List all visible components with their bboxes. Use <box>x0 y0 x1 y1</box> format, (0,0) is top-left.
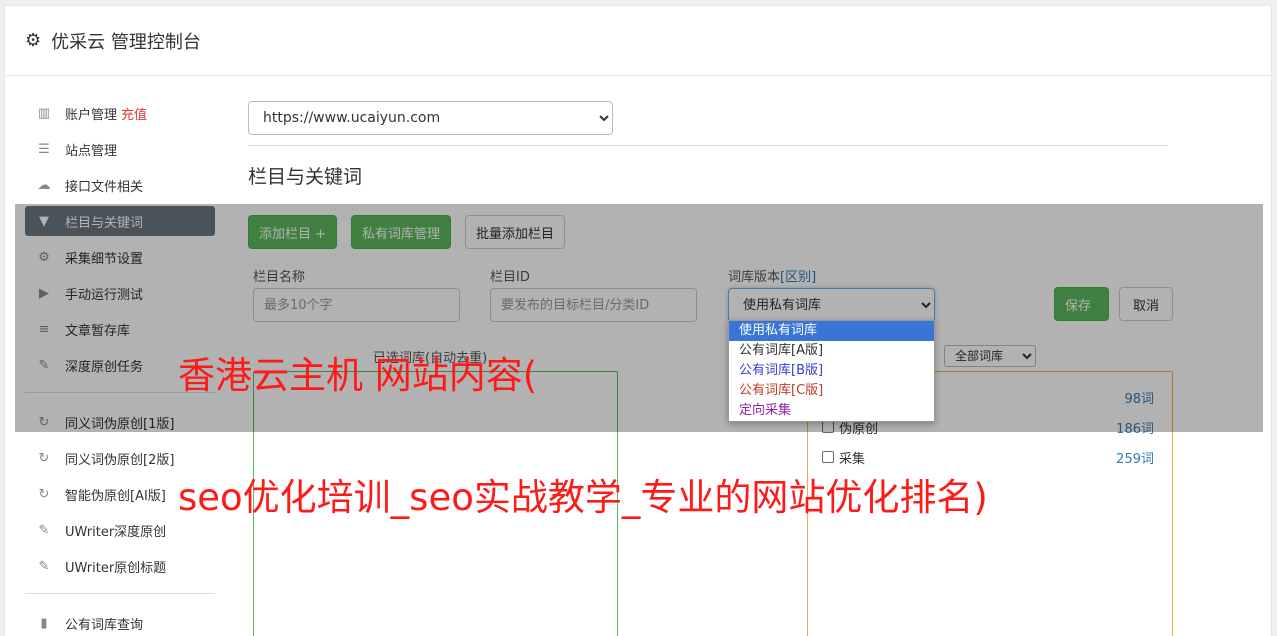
sidebar-item-label: 同义词伪原创[2版] <box>65 452 175 468</box>
sidebar-item-uwriter-title[interactable]: ✎ UWriter原创标题 <box>25 551 215 581</box>
sidebar-item-manual-run[interactable]: ▶ 手动运行测试 <box>25 278 215 308</box>
lib-version-select[interactable]: 使用私有词库 <box>728 288 935 322</box>
sidebar-item-label: 手动运行测试 <box>65 287 144 303</box>
sidebar-item-synonym-v1[interactable]: ↻ 同义词伪原创[1版] <box>25 407 215 437</box>
action-buttons: 添加栏目 + 私有词库管理 批量添加栏目 <box>248 215 566 249</box>
header: ⚙ 优采云 管理控制台 <box>5 6 1271 76</box>
sidebar-item-label: 接口文件相关 <box>65 179 144 195</box>
sidebar-divider <box>25 593 215 594</box>
refresh-icon: ↻ <box>38 486 50 502</box>
site-select[interactable]: https://www.ucaiyun.com <box>248 101 613 135</box>
edit-icon: ✎ <box>38 357 50 373</box>
sidebar-item-label: 深度原创任务 <box>65 359 144 375</box>
sidebar-item-label: 栏目与关键词 <box>65 215 144 231</box>
book-icon: ▮ <box>40 615 48 631</box>
cloud-upload-icon: ☁ <box>37 177 51 193</box>
private-lib-button[interactable]: 私有词库管理 <box>351 215 452 249</box>
sidebar-item-label: 同义词伪原创[1版] <box>65 416 175 432</box>
column-id-field: 栏目ID <box>490 266 697 322</box>
sidebar-item-label: UWriter原创标题 <box>65 560 167 576</box>
column-id-label: 栏目ID <box>490 270 530 285</box>
watermark-line-1: 香港云主机 网站内容( <box>178 354 538 397</box>
sidebar-item-label: 智能伪原创[AI版] <box>65 488 166 504</box>
list-item[interactable]: 采集 259词 <box>822 447 1154 467</box>
sidebar-item-columns[interactable]: ▼ 栏目与关键词 <box>25 206 215 236</box>
dropdown-option-directed[interactable]: 定向采集 <box>729 401 934 421</box>
sidebar-item-collect-settings[interactable]: ⚙ 采集细节设置 <box>25 242 215 272</box>
column-id-input[interactable] <box>490 288 697 322</box>
column-form: 栏目名称 栏目ID 词库版本[区别] 使用私有词库 <box>248 266 1173 326</box>
sidebar-item-account[interactable]: ▥ 账户管理 充值 <box>25 98 215 128</box>
filter-icon: ▼ <box>39 213 49 229</box>
sidebar-item-public-lib[interactable]: ▮ 公有词库查询 <box>25 608 215 636</box>
lib-count[interactable]: 186词 <box>1116 418 1154 437</box>
refresh-icon: ↻ <box>38 414 50 430</box>
server-icon: ☰ <box>38 141 50 157</box>
lib-checkbox[interactable] <box>822 421 834 433</box>
lib-checkbox[interactable] <box>822 451 834 463</box>
sidebar-item-label: 采集细节设置 <box>65 251 144 267</box>
lib-filter-select[interactable]: 全部词库 <box>944 345 1036 367</box>
save-button[interactable]: 保存 <box>1054 287 1109 321</box>
lib-version-label: 词库版本[区别] <box>728 270 817 285</box>
refresh-icon: ↻ <box>38 450 50 466</box>
lib-version-dropdown: 使用私有词库 公有词库[A版] 公有词库[B版] 公有词库[C版] 定向采集 <box>728 320 935 422</box>
database-icon: ≡ <box>38 321 50 337</box>
difference-link[interactable]: [区别] <box>780 270 816 285</box>
sidebar-item-interface[interactable]: ☁ 接口文件相关 <box>25 170 215 200</box>
column-name-field: 栏目名称 <box>253 266 460 322</box>
lib-name: 采集 <box>839 451 866 467</box>
add-column-button[interactable]: 添加栏目 + <box>248 215 338 249</box>
app-title: 优采云 管理控制台 <box>51 31 201 53</box>
edit-icon: ✎ <box>38 558 50 574</box>
cancel-button[interactable]: 取消 <box>1119 287 1173 321</box>
main-content: https://www.ucaiyun.com 栏目与关键词 添加栏目 + 私有… <box>248 101 1173 636</box>
play-icon: ▶ <box>39 285 49 301</box>
column-name-label: 栏目名称 <box>253 270 306 285</box>
lib-count[interactable]: 259词 <box>1116 448 1154 467</box>
dropdown-option-public-b[interactable]: 公有词库[B版] <box>729 361 934 381</box>
lib-count[interactable]: 98词 <box>1124 388 1154 407</box>
sidebar-item-article-store[interactable]: ≡ 文章暂存库 <box>25 314 215 344</box>
console-window: ⚙ 优采云 管理控制台 ▥ 账户管理 充值 ☰ 站点管理 ☁ 接口文件相关 ▼ … <box>4 5 1272 636</box>
section-title: 栏目与关键词 <box>248 166 363 188</box>
bar-chart-icon: ▥ <box>37 105 51 121</box>
dropdown-option-private[interactable]: 使用私有词库 <box>729 321 934 341</box>
column-name-input[interactable] <box>253 288 460 322</box>
sidebar-item-label: 公有词库查询 <box>65 617 144 633</box>
watermark-line-2: seo优化培训_seo实战教学_专业的网站优化排名) <box>178 476 988 519</box>
gear-icon: ⚙ <box>25 30 42 51</box>
sidebar-item-label: 账户管理 <box>65 107 118 123</box>
divider <box>248 145 1168 146</box>
sidebar-item-label: 文章暂存库 <box>65 323 131 339</box>
gears-icon: ⚙ <box>38 249 50 265</box>
batch-add-button[interactable]: 批量添加栏目 <box>465 215 566 249</box>
sidebar-item-label: UWriter深度原创 <box>65 524 167 540</box>
sidebar-item-label: 站点管理 <box>65 143 118 159</box>
lib-version-field: 词库版本[区别] 使用私有词库 <box>728 266 935 322</box>
recharge-link[interactable]: 充值 <box>121 104 147 123</box>
sidebar-item-sites[interactable]: ☰ 站点管理 <box>25 134 215 164</box>
dropdown-option-public-a[interactable]: 公有词库[A版] <box>729 341 934 361</box>
edit-icon: ✎ <box>38 522 50 538</box>
dropdown-option-public-c[interactable]: 公有词库[C版] <box>729 381 934 401</box>
